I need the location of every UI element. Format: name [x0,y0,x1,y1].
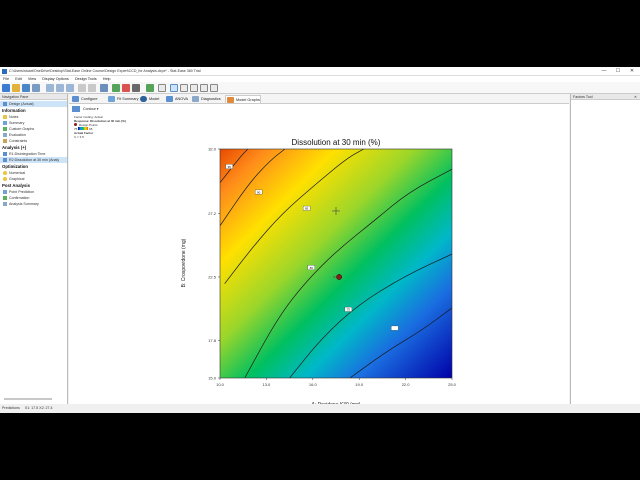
layout-single-icon[interactable] [170,84,178,92]
point-prediction-icon [3,190,7,194]
layout-icon[interactable] [158,84,166,92]
fit-summary-icon [108,96,115,102]
contour-label: 80 [310,266,314,270]
nav-scrollbar[interactable] [4,398,52,400]
y-axis-label: B: Crospovidone (mg) [181,238,187,287]
y-tick-label: 27.2 [208,211,217,216]
save-icon[interactable] [22,84,30,92]
close-button[interactable]: ✕ [625,67,639,76]
tab-diagnostics[interactable]: Diagnostics [191,95,221,103]
contour-label: 90 [257,190,261,194]
nav-design[interactable]: Design (Actual) [0,101,67,107]
diagnostics-icon [192,96,199,102]
evaluation-icon [3,133,7,137]
app-window: C:\Users\stuart\OneDrive\Desktop\Stat-Ea… [0,67,640,413]
layout-grid-icon[interactable] [200,84,208,92]
status-coordinates: X1: 17.5 X2: 27.4 [24,406,53,410]
navigation-pane: Navigation Pane Design (Actual) Informat… [0,94,68,413]
print-icon[interactable] [100,84,108,92]
x-tick-label: 25.0 [448,382,457,387]
anova-icon [166,96,173,102]
maximize-button[interactable]: ☐ [611,67,625,76]
title-bar: C:\Users\stuart\OneDrive\Desktop\Stat-Ea… [0,67,640,76]
summary-icon [3,121,7,125]
graph-icon[interactable] [112,84,120,92]
nav-constraints[interactable]: Constraints [0,138,67,144]
tab-fit-summary[interactable]: Fit Summary [107,95,139,103]
x-tick-label: 22.0 [402,382,411,387]
layout-quad-icon[interactable] [190,84,198,92]
contour-chart[interactable]: Dissolution at 30 min (%) 10.0 13.0 16.0 19… [69,104,569,413]
window-title: C:\Users\stuart\OneDrive\Desktop\Stat-Ea… [9,69,201,73]
nav-section-information: Information [2,108,26,113]
tab-model[interactable]: Model [139,95,159,103]
tab-model-graphs[interactable]: Model Graphs [225,95,261,103]
confirmation-icon [3,196,7,200]
undo-icon[interactable] [78,84,86,92]
analysis-icon [3,152,7,156]
navigation-pane-header: Navigation Pane [0,94,67,100]
nav-section-analysis: Analysis (+) [2,145,27,150]
layout-split-icon[interactable] [180,84,188,92]
x-tick-label: 16.0 [309,382,318,387]
status-bar: Predictions X1: 17.5 X2: 27.4 [0,404,640,413]
factors-tool-panel: Factors Tool ✕ [570,94,640,413]
contour-label: 85 [305,207,309,211]
configure-icon [72,96,79,102]
notes-icon [3,115,7,119]
custom-graphs-icon [3,127,7,131]
analysis-tabs: Configure Fit Summary Model ANOVA Diagno… [69,94,569,104]
nav-graphical[interactable]: Graphical [0,176,67,182]
design-icon [3,102,7,106]
minimize-button[interactable]: — [597,67,611,76]
contour-label: 95 [228,165,232,169]
x-tick-label: 19.0 [355,382,364,387]
copy-icon[interactable] [56,84,64,92]
graphical-icon [3,177,7,181]
flag-icon[interactable] [122,84,130,92]
constraints-icon [3,139,7,143]
response-surface [220,149,452,378]
y-tick-label: 32.0 [208,147,217,152]
factors-tool-header: Factors Tool ✕ [571,94,640,100]
paste-icon[interactable] [66,84,74,92]
status-predictions: Predictions [2,406,20,410]
toolbar [0,82,640,94]
chart-title: Dissolution at 30 min (%) [292,138,381,147]
x-tick-label: 13.0 [263,382,272,387]
contour-label: 75 [347,308,351,312]
y-tick-label: 15.0 [208,376,217,381]
analysis-view: Configure Fit Summary Model ANOVA Diagno… [69,94,569,413]
open-folder-icon[interactable] [12,84,20,92]
cut-icon[interactable] [46,84,54,92]
nav-section-optimization: Optimization [2,164,29,169]
close-panel-icon[interactable]: ✕ [634,94,637,100]
tab-configure[interactable]: Configure [71,95,97,103]
nav-section-post-analysis: Post Analysis [2,183,31,188]
save-as-icon[interactable] [32,84,40,92]
design-point[interactable] [336,274,342,280]
nav-analysis-summary[interactable]: Analysis Summary [0,201,67,207]
contour-label-box [391,325,399,331]
model-graphs-icon [227,97,234,103]
nav-analysis-r2[interactable]: R2:Dissolution at 30 min (Analy [0,157,67,163]
new-file-icon[interactable] [2,84,10,92]
layout-grid-alt-icon[interactable] [210,84,218,92]
y-tick-label: 22.5 [208,274,217,279]
x-tick-label: 10.0 [216,382,225,387]
y-tick-label: 17.8 [208,338,217,343]
numerical-icon [3,171,7,175]
add-icon[interactable] [146,84,154,92]
analysis-summary-icon [3,202,7,206]
redo-icon[interactable] [88,84,96,92]
analysis-icon [3,158,7,162]
app-icon [2,69,7,74]
model-icon [140,96,147,102]
tab-anova[interactable]: ANOVA [165,95,188,103]
help-icon[interactable] [132,84,140,92]
